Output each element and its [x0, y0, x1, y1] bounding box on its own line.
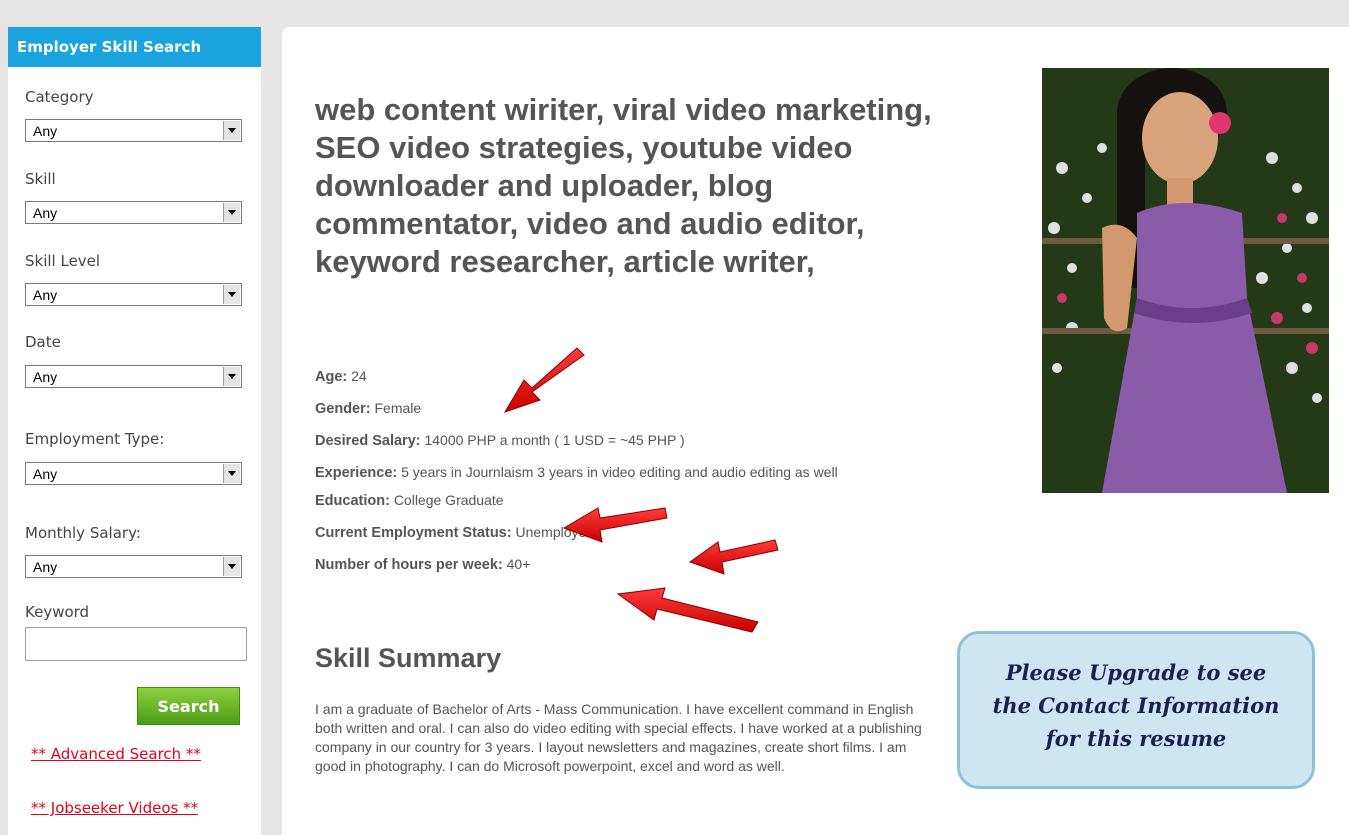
upgrade-notice-line: Please Upgrade to see [1005, 660, 1267, 685]
photo-illustration [1042, 68, 1329, 493]
skill-select-value: Any [33, 205, 58, 221]
date-select[interactable]: Any [25, 365, 242, 388]
detail-age: Age: 24 [315, 367, 955, 387]
category-select[interactable]: Any [25, 119, 242, 142]
detail-education: Education: College Graduate [315, 491, 955, 511]
employment-type-label: Employment Type: [25, 430, 165, 448]
resume-headline: web content wiriter, viral video marketi… [315, 92, 932, 279]
search-button[interactable]: Search [137, 687, 240, 725]
advanced-search-link[interactable]: ** Advanced Search ** [31, 745, 201, 763]
resume-panel: web content wiriter, viral video marketi… [282, 27, 1349, 835]
upgrade-notice[interactable]: Please Upgrade to see the Contact Inform… [957, 631, 1315, 789]
keyword-label: Keyword [25, 603, 90, 621]
resume-details: Age: 24 Gender: Female Desired Salary: 1… [315, 367, 955, 587]
detail-key: Age: [315, 369, 348, 385]
upgrade-notice-line: for this resume [1045, 726, 1227, 751]
detail-gender: Gender: Female [315, 399, 955, 419]
detail-key: Number of hours per week: [315, 557, 503, 573]
chevron-down-icon[interactable] [223, 557, 240, 576]
detail-key: Gender: [315, 401, 371, 417]
detail-value: 14000 PHP a month ( 1 USD = ~45 PHP ) [424, 432, 685, 448]
monthly-salary-select-value: Any [33, 559, 58, 575]
detail-value: 24 [351, 368, 367, 384]
employment-type-select-value: Any [33, 466, 58, 482]
category-select-value: Any [33, 123, 58, 139]
detail-key: Experience: [315, 465, 398, 481]
date-label: Date [25, 333, 61, 351]
keyword-input[interactable] [25, 627, 247, 661]
category-label: Category [25, 88, 94, 106]
skill-level-select[interactable]: Any [25, 283, 242, 306]
chevron-down-icon[interactable] [223, 464, 240, 483]
detail-desired-salary: Desired Salary: 14000 PHP a month ( 1 US… [315, 431, 955, 451]
profile-photo [1042, 68, 1329, 493]
detail-hours-per-week: Number of hours per week: 40+ [315, 555, 955, 575]
chevron-down-icon[interactable] [223, 367, 240, 386]
skill-summary-title: Skill Summary [315, 643, 502, 673]
jobseeker-videos-link[interactable]: ** Jobseeker Videos ** [31, 799, 198, 817]
chevron-down-icon[interactable] [223, 203, 240, 222]
skill-select[interactable]: Any [25, 201, 242, 224]
chevron-down-icon[interactable] [223, 285, 240, 304]
upgrade-notice-line: the Contact Information [992, 693, 1280, 718]
skill-summary-text: I am a graduate of Bachelor of Arts - Ma… [315, 701, 922, 774]
detail-value: Unemployed [515, 524, 595, 540]
date-select-value: Any [33, 369, 58, 385]
detail-value: College Graduate [393, 492, 504, 508]
skill-label: Skill [25, 170, 56, 188]
detail-experience: Experience: 5 years in Journlaism 3 year… [315, 463, 955, 483]
detail-value: 40+ [506, 556, 531, 572]
chevron-down-icon[interactable] [223, 121, 240, 140]
detail-value: Female [374, 400, 422, 416]
detail-key: Current Employment Status: [315, 525, 512, 541]
employment-type-select[interactable]: Any [25, 462, 242, 485]
skill-level-label: Skill Level [25, 252, 101, 270]
detail-key: Desired Salary: [315, 433, 421, 449]
search-sidebar: Employer Skill Search Category Any Skill… [8, 27, 261, 835]
skill-level-select-value: Any [33, 287, 58, 303]
monthly-salary-select[interactable]: Any [25, 555, 242, 578]
detail-value: 5 years in Journlaism 3 years in video e… [401, 464, 838, 480]
detail-employment-status: Current Employment Status: Unemployed [315, 523, 955, 543]
monthly-salary-label: Monthly Salary: [25, 524, 141, 542]
sidebar-title: Employer Skill Search [8, 27, 261, 67]
detail-key: Education: [315, 493, 390, 509]
